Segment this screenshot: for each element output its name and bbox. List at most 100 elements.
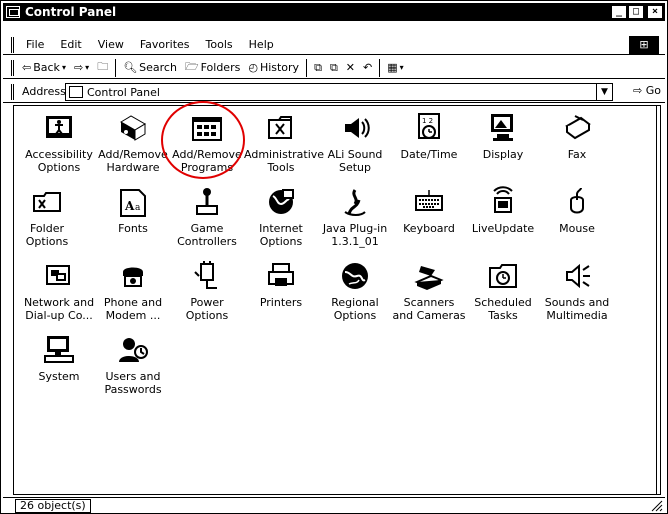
control-panel-item[interactable]: Power Options [170,260,244,322]
back-button[interactable]: ⇦ Back ▾ [18,61,70,74]
control-panel-item[interactable]: Keyboard [392,186,466,235]
menu-favorites[interactable]: Favorites [132,38,198,51]
control-panel-item[interactable]: Printers [244,260,318,309]
printer-icon [265,260,297,292]
copy-to-button[interactable]: ⧉ [326,61,342,75]
address-value: Control Panel [87,85,160,99]
back-arrow-icon: ⇦ [22,61,32,74]
resize-grip-icon[interactable] [651,500,663,512]
folders-button[interactable]: 🗁 Folders [181,58,244,77]
control-panel-item[interactable]: Fax [540,112,614,161]
control-panel-item[interactable]: Add/Remove Hardware [96,112,170,174]
views-dropdown-icon[interactable]: ▾ [400,63,404,72]
menu-tools[interactable]: Tools [198,38,241,51]
control-panel-item[interactable]: Mouse [540,186,614,235]
maximize-button[interactable]: □ [628,5,644,19]
control-panel-item[interactable]: Game Controllers [170,186,244,248]
menubar-grip[interactable] [11,36,14,53]
scanner-icon [413,260,445,292]
computer-icon [43,334,75,366]
svg-text:1 2: 1 2 [422,117,433,125]
views-icon: ▦ [387,61,398,74]
control-panel-item[interactable]: ALi Sound Setup [318,112,392,174]
monitor-icon [487,112,519,144]
control-panel-item[interactable]: LiveUpdate [466,186,540,235]
control-panel-item[interactable]: Network and Dial-up Co... [22,260,96,322]
control-panel-item-label: Phone and Modem ... [103,296,163,322]
control-panel-item-label: Add/Remove Programs [172,148,242,174]
menu-file[interactable]: File [18,38,52,51]
title-bar[interactable]: Control Panel _ □ × [3,3,665,21]
control-panel-item-label: Regional Options [331,296,379,322]
search-button[interactable]: 🔍︎ Search [119,61,181,74]
object-count: 26 object(s) [15,498,91,513]
fonts-icon: Aa [117,186,149,218]
globe-icon [265,186,297,218]
control-panel-item-label: Display [482,148,524,161]
control-panel-item[interactable]: Add/Remove Programs [170,112,244,174]
up-folder-icon: 🗀 [97,60,109,73]
forward-button[interactable]: ⇨ ▾ [70,61,93,74]
history-button[interactable]: ◴ History [244,61,303,74]
toolbar-grip[interactable] [11,59,14,76]
move-to-button[interactable]: ⧉ [310,61,326,75]
control-panel-item[interactable]: 1 2 Date/Time [392,112,466,161]
undo-button[interactable]: ↶ [359,61,376,74]
address-field[interactable]: Control Panel ▼ [65,83,613,101]
minimize-button[interactable]: _ [611,5,627,19]
control-panel-item[interactable]: Accessibility Options [22,112,96,174]
status-bar: 26 object(s) [3,497,665,513]
views-button[interactable]: ▦ ▾ [383,61,407,74]
menu-view[interactable]: View [90,38,132,51]
control-panel-item[interactable]: Aa Fonts [96,186,170,235]
control-panel-item-label: Java Plug-in 1.3.1_01 [322,222,388,248]
keyboard-icon [413,186,445,218]
control-panel-small-icon [69,86,83,98]
control-panel-item-label: Fonts [118,222,148,235]
control-panel-item[interactable]: Scheduled Tasks [466,260,540,322]
programs-icon [191,112,223,144]
control-panel-item-label: System [38,370,80,383]
control-panel-item[interactable]: Phone and Modem ... [96,260,170,322]
back-dropdown-icon[interactable]: ▾ [62,63,66,72]
control-panel-item[interactable]: Administrative Tools [244,112,324,174]
up-button[interactable]: 🗀 [93,58,112,77]
delete-button[interactable]: ✕ [342,61,359,74]
control-panel-item[interactable]: Sounds and Multimedia [540,260,614,322]
hardware-icon [117,112,149,144]
control-panel-item-label: Network and Dial-up Co... [23,296,95,322]
menu-edit[interactable]: Edit [52,38,89,51]
control-panel-item[interactable]: Folder Options [10,186,84,248]
address-dropdown-icon[interactable]: ▼ [596,84,612,100]
vertical-scroll-edge[interactable] [656,106,660,494]
control-panel-item-label: Accessibility Options [25,148,93,174]
control-panel-item-label: Date/Time [400,148,458,161]
control-panel-item-label: Sounds and Multimedia [544,296,610,322]
control-panel-item[interactable]: Display [466,112,540,161]
move-to-icon: ⧉ [314,60,322,74]
control-panel-item-label: Scheduled Tasks [474,296,532,322]
close-button[interactable]: × [647,5,663,19]
control-panel-item-label: Mouse [559,222,595,235]
forward-dropdown-icon[interactable]: ▾ [85,63,89,72]
mouse-icon [561,186,593,218]
control-panel-item-label: Game Controllers [177,222,237,248]
power-icon [191,260,223,292]
address-label: Address [22,85,66,98]
control-panel-item[interactable]: Regional Options [318,260,392,322]
toolbar-separator [306,58,308,77]
folder-icon [31,186,63,218]
go-button[interactable]: ⇨ Go [633,84,661,97]
control-panel-item[interactable]: Users and Passwords [96,334,170,396]
users-icon [117,334,149,366]
addressbar-grip[interactable] [11,83,14,100]
address-bar: Address Control Panel ▼ ⇨ Go [3,81,665,103]
control-panel-item[interactable]: Internet Options [244,186,318,248]
control-panel-item[interactable]: System [22,334,96,383]
control-panel-item[interactable]: Scanners and Cameras [392,260,466,322]
control-panel-item[interactable]: Java Plug-in 1.3.1_01 [318,186,392,248]
speaker-icon [339,112,371,144]
menu-help[interactable]: Help [241,38,282,51]
icon-view[interactable]: Accessibility Options Add/Remove Hardware… [13,105,661,495]
windows-logo-icon: ⊞ [629,36,659,54]
